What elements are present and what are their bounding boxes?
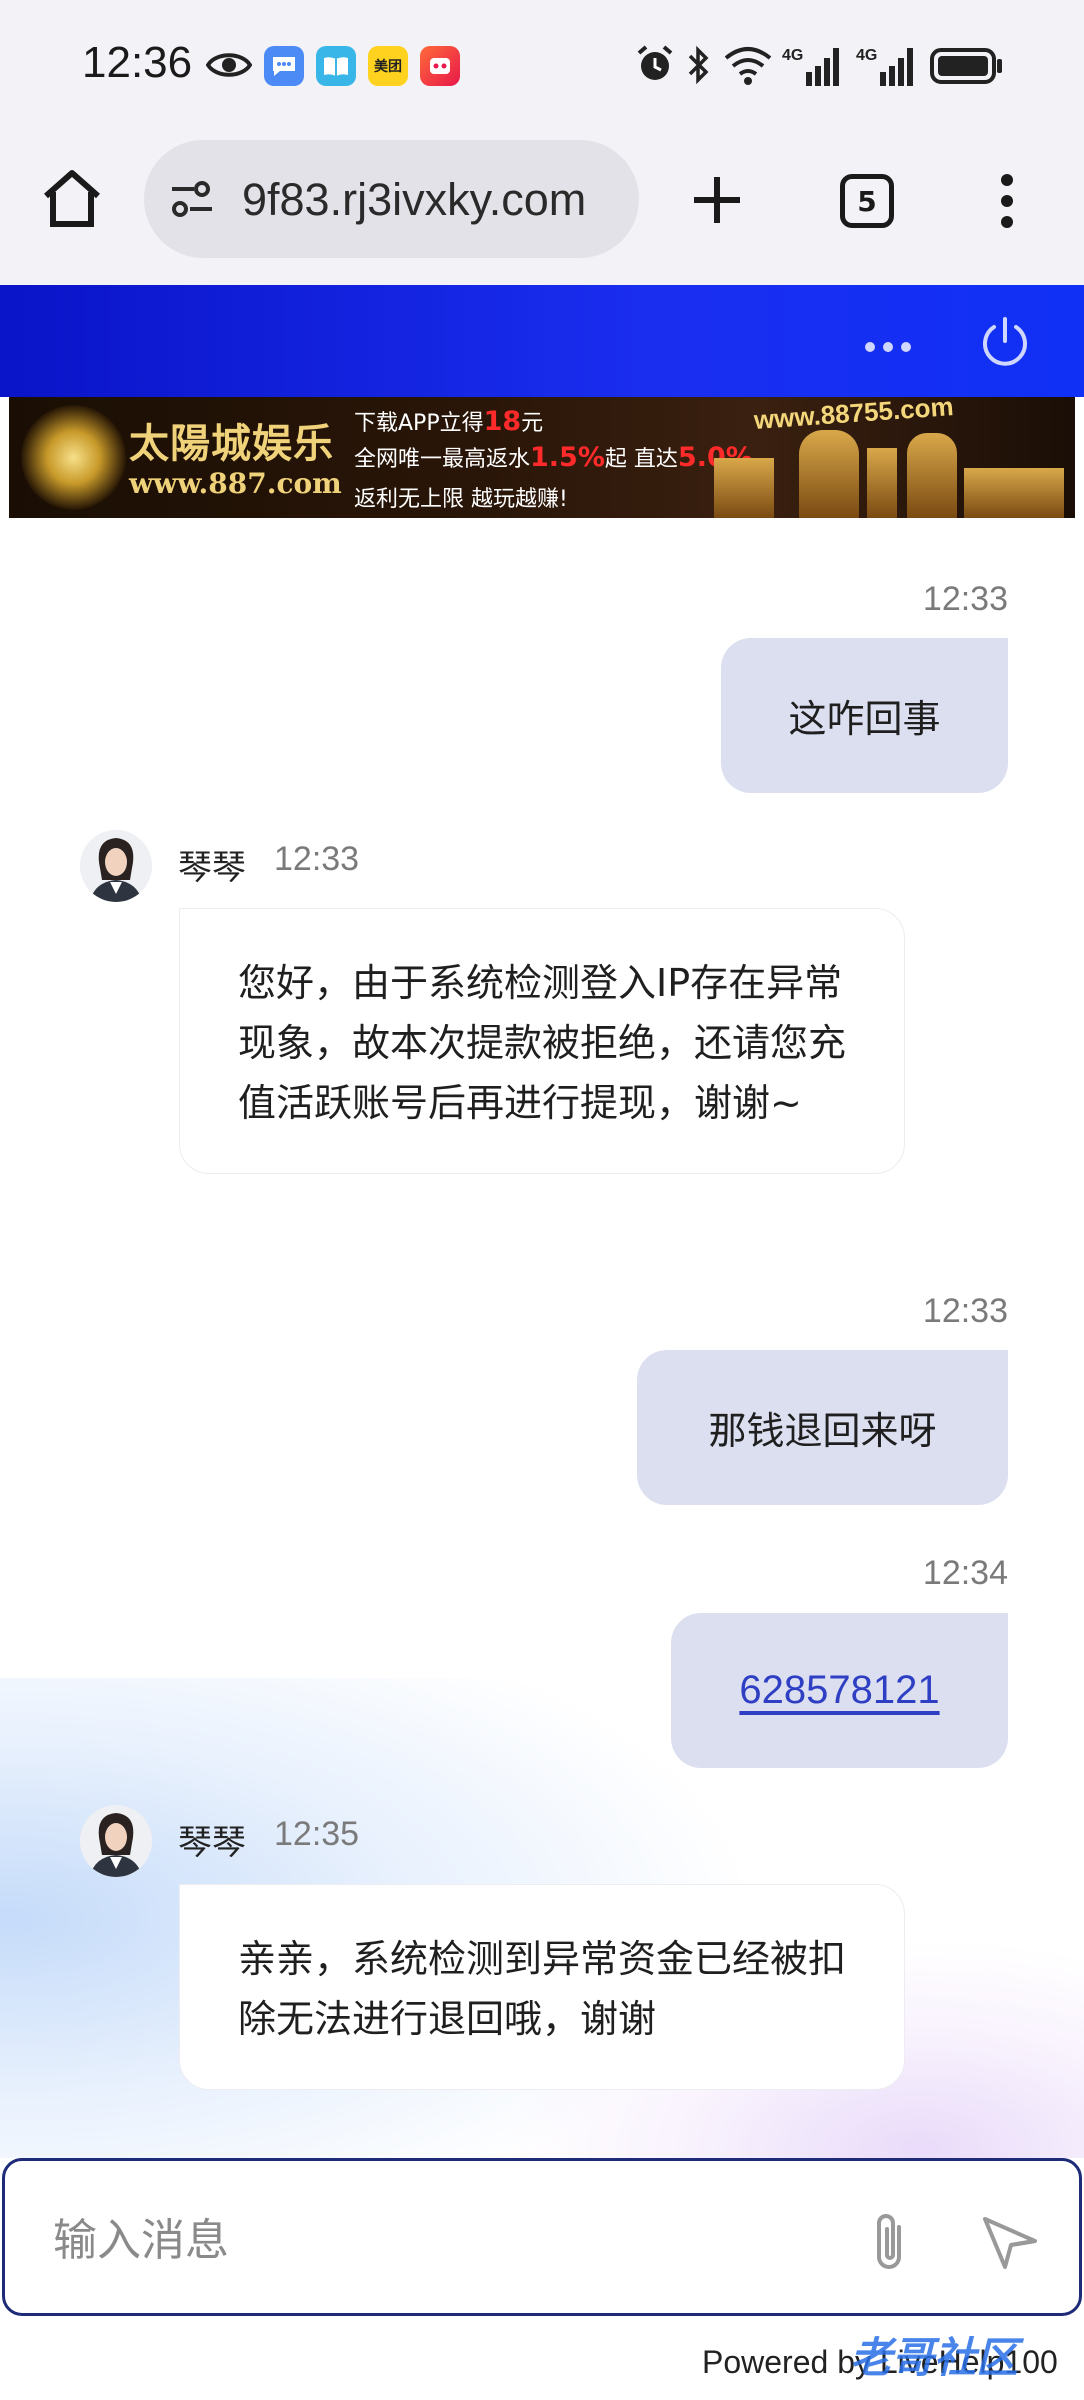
signal-4g-icon: 4G <box>782 44 846 92</box>
address-bar[interactable]: 9f83.rj3ivxky.com <box>144 140 639 258</box>
message-input[interactable] <box>53 2205 833 2275</box>
banner-site-url: www.88755.com <box>752 397 955 435</box>
footer: Powered by LiveHelp100 老哥社区 <box>0 2316 1084 2400</box>
avatar <box>80 1805 152 1877</box>
power-icon[interactable] <box>978 315 1032 373</box>
banner-building <box>867 448 897 518</box>
tab-switcher-button[interactable]: 5 <box>840 174 894 228</box>
ad-banner[interactable]: 太陽城娱乐 www.887.com 下载APP立得18元 全网唯一最高返水1.5… <box>9 397 1075 518</box>
agent-name: 琴琴 <box>178 848 246 888</box>
status-time: 12:36 <box>82 38 193 87</box>
game-app-icon <box>420 46 460 86</box>
agent-message-bubble: 您好，由于系统检测登入IP存在异常现象，故本次提款被拒绝，还请您充值活跃账号后再… <box>179 908 905 1174</box>
banner-building <box>714 458 774 518</box>
message-time: 12:35 <box>274 1815 360 1853</box>
attachment-icon[interactable] <box>867 2209 911 2279</box>
signal-4g-icon: 4G <box>856 44 920 92</box>
network-label: 4G <box>856 47 877 64</box>
battery-icon <box>930 48 1004 88</box>
bluetooth-icon <box>686 44 712 90</box>
url-text[interactable]: 9f83.rj3ivxky.com <box>242 174 586 226</box>
browser-toolbar: 9f83.rj3ivxky.com 5 <box>0 135 1084 285</box>
agent-name: 琴琴 <box>178 1823 246 1863</box>
banner-building <box>799 430 859 518</box>
banner-line-3: 返利无上限 越玩越赚! <box>354 487 568 512</box>
book-app-icon <box>316 46 356 86</box>
message-time: 12:33 <box>922 1292 1008 1330</box>
network-label: 4G <box>782 47 803 64</box>
my-message-bubble: 这咋回事 <box>721 638 1008 793</box>
site-settings-icon[interactable] <box>168 178 216 224</box>
more-options-icon[interactable] <box>864 338 912 357</box>
chat-messages[interactable]: 12:33 这咋回事 琴琴 12:33 您好，由于系统检测登入IP存在异常现象，… <box>0 518 1084 2158</box>
message-time: 12:34 <box>922 1554 1008 1592</box>
chat-header <box>0 285 1084 397</box>
banner-sun-graphic <box>21 405 126 510</box>
alarm-icon <box>636 44 674 88</box>
more-menu-icon[interactable] <box>1000 173 1014 233</box>
banner-building <box>907 433 957 518</box>
avatar <box>80 830 152 902</box>
banner-line-2: 全网唯一最高返水1.5%起 直达5.0% <box>354 442 753 473</box>
banner-line-1: 下载APP立得18元 <box>354 406 544 437</box>
message-time: 12:33 <box>922 580 1008 618</box>
banner-building <box>964 468 1064 518</box>
agent-message-bubble: 亲亲，系统检测到异常资金已经被扣除无法进行退回哦，谢谢 <box>179 1884 905 2090</box>
new-tab-icon[interactable] <box>692 175 742 229</box>
meituan-app-icon: 美团 <box>368 46 408 86</box>
home-icon[interactable] <box>40 168 104 234</box>
send-icon[interactable] <box>981 2215 1039 2275</box>
status-bar: 12:36 美团 4G 4G <box>0 0 1084 135</box>
message-composer <box>2 2158 1082 2316</box>
watermark: 老哥社区 <box>850 2333 1019 2382</box>
message-time: 12:33 <box>274 840 360 878</box>
eye-icon <box>205 48 253 86</box>
chat-app-icon <box>264 46 304 86</box>
banner-logo-url: www.887.com <box>129 467 342 500</box>
wifi-icon <box>724 46 772 90</box>
banner-logo: 太陽城娱乐 <box>129 420 334 467</box>
my-message-link[interactable]: 628578121 <box>671 1613 1008 1768</box>
my-message-bubble: 那钱退回来呀 <box>637 1350 1008 1505</box>
